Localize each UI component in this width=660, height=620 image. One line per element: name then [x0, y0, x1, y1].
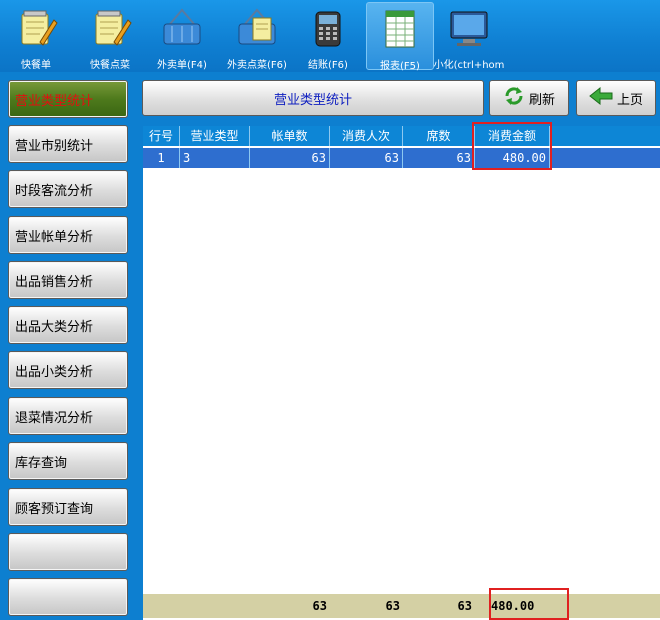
sidebar-item-sales-analysis[interactable]: 出品销售分析 [8, 261, 128, 299]
notepad-pen-icon [88, 6, 132, 50]
toolbar-label: 快餐单 [21, 60, 51, 71]
table-cell: 1 [143, 148, 180, 168]
report-grid[interactable]: 行号 营业类型 帐单数 消费人次 席数 消费金额 1 3 63 63 63 48… [143, 122, 660, 620]
toolbar-report-button[interactable]: 报表(F5) [366, 2, 434, 72]
sidebar-item-bill-analysis[interactable]: 营业帐单分析 [8, 216, 128, 254]
sidebar-item-empty[interactable] [8, 533, 128, 571]
sidebar-item-label: 营业帐单分析 [15, 229, 94, 245]
sidebar-item-label: 顾客预订查询 [15, 501, 94, 517]
toolbar-label: 结账(F6) [308, 60, 348, 71]
highlight-box [489, 588, 569, 620]
sidebar-item-label: 退菜情况分析 [15, 410, 94, 426]
totals-row: 63 63 63 480.00 [143, 594, 660, 618]
toolbar-label: 报表(F5) [380, 61, 420, 72]
column-header[interactable]: 营业类型 [180, 126, 250, 146]
previous-page-label: 上页 [616, 92, 643, 108]
sidebar-item-reservation-query[interactable]: 顾客预订查询 [8, 488, 128, 526]
sidebar-item-business-type-stats[interactable]: 营业类型统计 [8, 80, 128, 118]
previous-page-button[interactable]: 上页 [576, 80, 656, 116]
sidebar-item-label: 营业市别统计 [15, 138, 94, 154]
basket-notepad-icon [235, 6, 279, 50]
sidebar-item-label: 出品大类分析 [15, 319, 94, 335]
sidebar-item-returns-analysis[interactable]: 退菜情况分析 [8, 397, 128, 435]
sidebar-item-category-analysis[interactable]: 出品大类分析 [8, 306, 128, 344]
column-header[interactable]: 行号 [143, 126, 180, 146]
sidebar-item-time-traffic[interactable]: 时段客流分析 [8, 170, 128, 208]
total-cell [180, 594, 250, 618]
column-header[interactable]: 帐单数 [250, 126, 330, 146]
notepad-pen-icon [14, 6, 58, 50]
monitor-icon [447, 6, 491, 50]
basket-icon [160, 6, 204, 50]
column-header[interactable]: 席数 [403, 126, 475, 146]
toolbar-minimize-button[interactable]: 小化(ctrl+hom [434, 2, 504, 71]
sidebar-item-label: 出品小类分析 [15, 364, 94, 380]
total-cell: 63 [385, 599, 400, 613]
table-cell: 63 [250, 148, 330, 168]
sidebar-item-market-stats[interactable]: 营业市别统计 [8, 125, 128, 163]
sidebar-item-subcategory-analysis[interactable]: 出品小类分析 [8, 351, 128, 389]
total-cell: 63 [457, 599, 472, 613]
grid-header: 行号 营业类型 帐单数 消费人次 席数 消费金额 [143, 126, 660, 146]
pos-terminal-icon [306, 6, 350, 50]
total-cell [143, 594, 180, 618]
sidebar-item-label: 时段客流分析 [15, 183, 94, 199]
refresh-icon [503, 85, 525, 111]
refresh-label: 刷新 [528, 92, 555, 108]
sidebar-item-label: 库存查询 [15, 455, 68, 471]
table-cell: 63 [330, 148, 403, 168]
toolbar-label: 外卖点菜(F6) [227, 60, 287, 71]
toolbar-label: 外卖单(F4) [157, 60, 207, 71]
spreadsheet-icon [378, 7, 422, 51]
toolbar-fast-order-button[interactable]: 快餐单 [8, 2, 64, 71]
arrow-left-icon [589, 86, 613, 110]
table-cell: 63 [403, 148, 475, 168]
toolbar-label: 快餐点菜 [90, 60, 130, 71]
toolbar-takeout-dish-button[interactable]: 外卖点菜(F6) [224, 2, 290, 71]
sidebar-item-inventory-query[interactable]: 库存查询 [8, 442, 128, 480]
toolbar-fast-dish-button[interactable]: 快餐点菜 [82, 2, 138, 71]
sidebar-item-empty[interactable] [8, 578, 128, 616]
toolbar-checkout-button[interactable]: 结账(F6) [300, 2, 356, 71]
toolbar-takeout-order-button[interactable]: 外卖单(F4) [152, 2, 212, 71]
highlight-box [472, 122, 552, 170]
main-toolbar: 快餐单 快餐点菜 外卖单(F4) 外卖点菜(F6) 结账(F6) 报表(F5) … [0, 0, 660, 72]
report-title: 营业类型统计 [142, 80, 484, 116]
report-sidebar: 营业类型统计 营业市别统计 时段客流分析 营业帐单分析 出品销售分析 出品大类分… [0, 72, 136, 620]
toolbar-label: 小化(ctrl+hom [433, 60, 505, 71]
sidebar-item-label: 营业类型统计 [15, 93, 94, 109]
table-row[interactable]: 1 3 63 63 63 480.00 [143, 148, 660, 168]
report-title-text: 营业类型统计 [273, 92, 352, 108]
table-cell: 3 [180, 148, 250, 168]
refresh-button[interactable]: 刷新 [489, 80, 569, 116]
total-cell: 63 [312, 599, 327, 613]
column-header[interactable]: 消费人次 [330, 126, 403, 146]
sidebar-item-label: 出品销售分析 [15, 274, 94, 290]
